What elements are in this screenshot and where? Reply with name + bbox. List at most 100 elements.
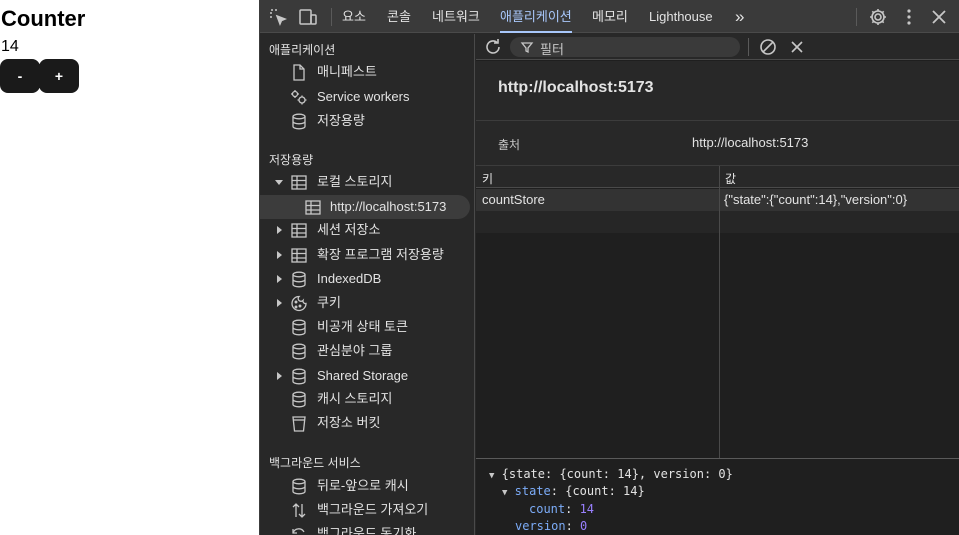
triangle-right-icon[interactable] bbox=[274, 243, 284, 267]
table-icon bbox=[304, 199, 322, 216]
delete-selected-icon[interactable] bbox=[786, 36, 808, 58]
filter-input[interactable]: 필터 bbox=[510, 37, 740, 57]
origin-header: http://localhost:5173 bbox=[476, 61, 959, 121]
filter-icon bbox=[520, 40, 534, 54]
triangle-down-icon: ▼ bbox=[489, 471, 495, 481]
decrement-button[interactable]: - bbox=[0, 59, 40, 93]
sidebar-item-label: 로컬 스토리지 bbox=[317, 174, 393, 189]
triangle-right-icon[interactable] bbox=[274, 364, 284, 388]
database-icon bbox=[290, 319, 308, 336]
tab-console[interactable]: 콘솔 bbox=[387, 0, 411, 33]
inspect-element-icon[interactable] bbox=[267, 6, 289, 28]
sidebar-item-indexeddb[interactable]: IndexedDB bbox=[260, 267, 474, 291]
devtools-panel: 요소 콘솔 네트워크 애플리케이션 메모리 Lighthouse » 애플리케이… bbox=[259, 0, 959, 535]
preview-root-line[interactable]: ▼ {state: {count: 14}, version: 0} bbox=[489, 467, 733, 481]
devtools-tabbar: 요소 콘솔 네트워크 애플리케이션 메모리 Lighthouse » bbox=[260, 0, 959, 33]
sidebar-item-local-storage[interactable]: 로컬 스토리지 bbox=[260, 170, 474, 194]
more-tabs-button[interactable]: » bbox=[735, 0, 744, 33]
sidebar-item-label: Service workers bbox=[317, 89, 410, 104]
device-toolbar-icon[interactable] bbox=[297, 6, 319, 28]
section-heading-application: 애플리케이션 bbox=[269, 43, 336, 57]
sidebar-item-back-forward-cache[interactable]: 뒤로-앞으로 캐시 bbox=[260, 474, 474, 498]
tab-lighthouse[interactable]: Lighthouse bbox=[649, 0, 713, 33]
sidebar-item-label: Shared Storage bbox=[317, 368, 409, 383]
sidebar-item-label: 백그라운드 가져오기 bbox=[317, 502, 429, 517]
sidebar-item-private-state-tokens[interactable]: 비공개 상태 토큰 bbox=[260, 315, 474, 339]
origin-label: 출처 bbox=[498, 138, 521, 152]
sidebar-item-label: 저장용량 bbox=[317, 113, 365, 128]
sidebar-item-session-storage[interactable]: 세션 저장소 bbox=[260, 218, 474, 242]
row-key: countStore bbox=[482, 192, 545, 207]
sidebar-item-label: 백그라운드 동기화 bbox=[317, 526, 417, 535]
close-devtools-icon[interactable] bbox=[928, 6, 950, 28]
sidebar-item-background-sync[interactable]: 백그라운드 동기화 bbox=[260, 522, 474, 535]
sidebar-item-label: 저장소 버킷 bbox=[317, 415, 381, 430]
app-page: Counter 14 - + bbox=[0, 0, 259, 535]
sidebar-item-storage[interactable]: 저장용량 bbox=[260, 109, 474, 133]
column-divider[interactable] bbox=[719, 166, 720, 458]
sidebar-item-storage-buckets[interactable]: 저장소 버킷 bbox=[260, 411, 474, 435]
database-icon bbox=[290, 368, 308, 385]
sidebar-item-label: 매니페스트 bbox=[317, 64, 377, 79]
sidebar-item-interest-groups[interactable]: 관심분야 그룹 bbox=[260, 339, 474, 363]
increment-button[interactable]: + bbox=[39, 59, 79, 93]
sync-icon bbox=[290, 526, 308, 535]
tab-application[interactable]: 애플리케이션 bbox=[500, 0, 572, 33]
column-header-key[interactable]: 키 bbox=[482, 170, 493, 187]
sidebar-item-label: http://localhost:5173 bbox=[330, 199, 447, 214]
sidebar-item-cache-storage[interactable]: 캐시 스토리지 bbox=[260, 387, 474, 411]
sidebar-item-extension-storage[interactable]: 확장 프로그램 저장용량 bbox=[260, 243, 474, 267]
toolbar-divider bbox=[748, 38, 749, 56]
refresh-icon[interactable] bbox=[482, 36, 504, 58]
preview-state-key: state bbox=[514, 484, 551, 498]
sidebar-item-local-storage-origin[interactable]: http://localhost:5173 bbox=[260, 195, 470, 219]
preview-state-line[interactable]: ▼ state: {count: 14} bbox=[502, 484, 645, 498]
filter-placeholder: 필터 bbox=[540, 42, 564, 57]
sidebar-item-label: 캐시 스토리지 bbox=[317, 391, 393, 406]
clear-all-icon[interactable] bbox=[757, 36, 779, 58]
origin-value: http://localhost:5173 bbox=[692, 135, 809, 150]
column-header-value[interactable]: 값 bbox=[725, 170, 736, 187]
table-header: 키 값 bbox=[476, 166, 959, 188]
sidebar-item-shared-storage[interactable]: Shared Storage bbox=[260, 364, 474, 388]
triangle-down-icon[interactable] bbox=[274, 170, 284, 194]
sidebar-item-service-workers[interactable]: Service workers bbox=[260, 85, 474, 109]
tab-network[interactable]: 네트워크 bbox=[432, 0, 480, 33]
sidebar-item-cookies[interactable]: 쿠키 bbox=[260, 291, 474, 315]
preview-count-key: count bbox=[529, 502, 566, 516]
tab-elements[interactable]: 요소 bbox=[342, 0, 366, 33]
bucket-icon bbox=[290, 415, 308, 432]
document-icon bbox=[290, 64, 308, 81]
preview-state-value: {count: 14} bbox=[565, 484, 645, 498]
preview-splitter[interactable] bbox=[476, 458, 959, 459]
preview-version-key: version bbox=[515, 519, 566, 533]
tabbar-divider bbox=[856, 8, 857, 26]
database-icon bbox=[290, 113, 308, 130]
triangle-right-icon[interactable] bbox=[274, 218, 284, 242]
tab-memory[interactable]: 메모리 bbox=[592, 0, 628, 33]
more-options-icon[interactable] bbox=[898, 6, 920, 28]
sidebar-item-label: 관심분야 그룹 bbox=[317, 343, 393, 358]
sidebar-item-label: IndexedDB bbox=[317, 271, 382, 286]
triangle-right-icon[interactable] bbox=[274, 291, 284, 315]
storage-toolbar: 필터 bbox=[476, 34, 959, 60]
sidebar-item-label: 쿠키 bbox=[317, 295, 341, 310]
preview-version-line: version: 0 bbox=[515, 519, 588, 533]
preview-count-line: count: 14 bbox=[529, 502, 595, 516]
section-heading-storage: 저장용량 bbox=[269, 153, 314, 167]
sidebar-item-manifest[interactable]: 매니페스트 bbox=[260, 60, 474, 84]
database-icon bbox=[290, 391, 308, 408]
database-icon bbox=[290, 343, 308, 360]
table-row[interactable]: countStore {"state":{"count":14},"versio… bbox=[476, 189, 959, 211]
triangle-down-icon: ▼ bbox=[502, 488, 508, 498]
arrows-updown-icon bbox=[290, 502, 308, 519]
origin-title: http://localhost:5173 bbox=[498, 79, 654, 96]
storage-table: 키 값 countStore {"state":{"count":14},"ve… bbox=[476, 166, 959, 458]
database-icon bbox=[290, 478, 308, 495]
storage-main-panel: 필터 http://localhost:5173 출처 http://local… bbox=[476, 34, 959, 535]
triangle-right-icon[interactable] bbox=[274, 267, 284, 291]
table-icon bbox=[290, 222, 308, 239]
settings-gear-icon[interactable] bbox=[867, 6, 889, 28]
counter-value: 14 bbox=[1, 38, 19, 55]
sidebar-item-background-fetch[interactable]: 백그라운드 가져오기 bbox=[260, 498, 474, 522]
